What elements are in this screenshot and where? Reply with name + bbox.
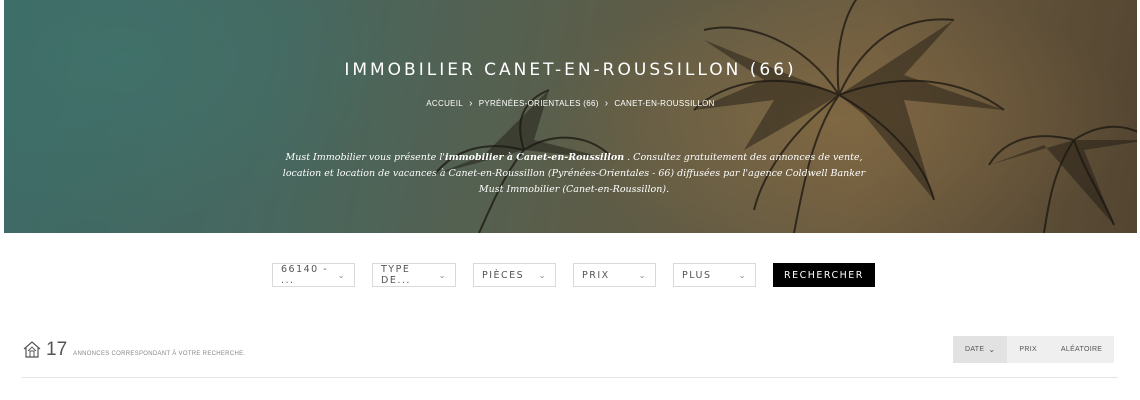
chevron-down-icon: ⌄ — [638, 270, 647, 280]
location-select[interactable]: 66140 - ... ⌄ — [272, 263, 355, 287]
chevron-down-icon: ⌄ — [438, 270, 447, 280]
description-keyword: immobilier à Canet-en-Roussillon — [444, 152, 625, 163]
breadcrumb-department[interactable]: PYRÉNÉES-ORIENTALES (66) — [479, 99, 599, 108]
price-select[interactable]: PRIX ⌄ — [573, 263, 656, 287]
price-select-value: PRIX — [582, 269, 610, 281]
chevron-down-icon: ⌄ — [538, 270, 547, 280]
sort-option-label: ALÉATOIRE — [1060, 346, 1103, 353]
location-select-value: 66140 - ... — [281, 264, 329, 286]
property-type-select[interactable]: TYPE DE... ⌄ — [372, 263, 456, 287]
page-title: IMMOBILIER CANET-EN-ROUSSILLON (66) — [344, 60, 797, 80]
more-filters-select[interactable]: PLUS ⌄ — [673, 263, 756, 287]
chevron-down-icon: ⌄ — [988, 345, 996, 354]
hero-content: IMMOBILIER CANET-EN-ROUSSILLON (66) ACCU… — [4, 0, 1137, 233]
hero-description: Must Immobilier vous présente l'immobili… — [274, 150, 874, 198]
description-text: Must Immobilier vous présente l' — [285, 152, 445, 163]
breadcrumb-separator: › — [604, 98, 609, 109]
search-bar: 66140 - ... ⌄ TYPE DE... ⌄ PIÈCES ⌄ PRIX… — [272, 263, 875, 287]
sort-option-label: DATE — [965, 346, 985, 353]
sort-by-date[interactable]: DATE ⌄ — [953, 336, 1008, 363]
search-button[interactable]: RECHERCHER — [773, 263, 875, 287]
property-type-select-value: TYPE DE... — [381, 264, 411, 286]
sort-options: DATE ⌄ PRIX ALÉATOIRE — [953, 336, 1115, 363]
more-filters-select-value: PLUS — [682, 269, 712, 281]
breadcrumb-current: CANET-EN-ROUSSILLON — [614, 99, 715, 108]
divider — [22, 377, 1118, 378]
sort-option-label: PRIX — [1019, 346, 1037, 353]
house-icon — [23, 341, 41, 358]
results-summary: 17 ANNONCES CORRESPONDANT À VOTRE RECHER… — [22, 340, 245, 359]
sort-by-price[interactable]: PRIX — [1007, 336, 1049, 363]
breadcrumb-home[interactable]: ACCUEIL — [426, 99, 463, 108]
results-label: ANNONCES CORRESPONDANT À VOTRE RECHERCHE… — [73, 351, 246, 357]
rooms-select-value: PIÈCES — [482, 269, 525, 281]
breadcrumb: ACCUEIL › PYRÉNÉES-ORIENTALES (66) › CAN… — [4, 98, 1137, 109]
rooms-select[interactable]: PIÈCES ⌄ — [473, 263, 556, 287]
chevron-down-icon: ⌄ — [738, 270, 747, 280]
breadcrumb-separator: › — [469, 98, 473, 109]
results-count: 17 — [46, 339, 68, 360]
chevron-down-icon: ⌄ — [337, 270, 346, 280]
sort-random[interactable]: ALÉATOIRE — [1049, 336, 1114, 363]
hero-banner: IMMOBILIER CANET-EN-ROUSSILLON (66) ACCU… — [4, 0, 1137, 233]
